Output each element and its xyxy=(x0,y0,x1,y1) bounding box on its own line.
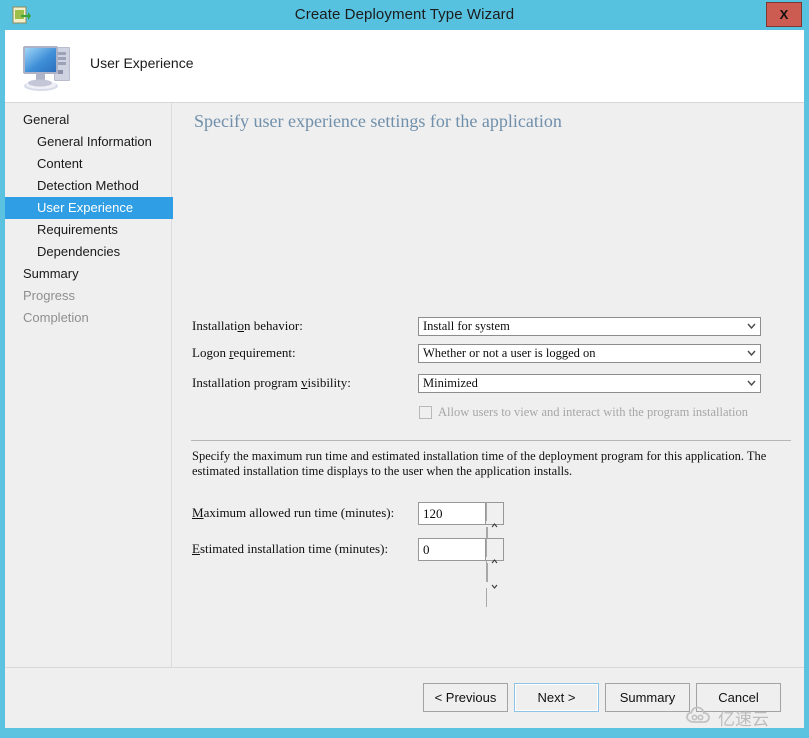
wizard-body: General General Information Content Dete… xyxy=(5,103,804,728)
logon-requirement-label: Logon requirement: xyxy=(192,345,296,360)
title-bar: Create Deployment Type Wizard X xyxy=(0,0,809,30)
allow-user-interaction-label: Allow users to view and interact with th… xyxy=(438,405,748,419)
spin-down-icon[interactable] xyxy=(486,563,503,607)
logon-requirement-select[interactable]: Whether or not a user is logged on xyxy=(418,344,761,363)
installation-visibility-value: Minimized xyxy=(423,376,478,390)
watermark-text: 亿速云 xyxy=(718,710,769,730)
section-divider xyxy=(191,440,791,441)
estimated-install-time-value: 0 xyxy=(423,542,430,557)
header-title: User Experience xyxy=(90,55,194,71)
chevron-down-icon xyxy=(742,375,760,392)
max-run-time-value: 120 xyxy=(423,506,443,521)
watermark: 亿速云 xyxy=(686,704,804,730)
estimated-install-time-stepper[interactable]: 0 xyxy=(418,538,504,607)
window-title: Create Deployment Type Wizard xyxy=(294,6,515,23)
cloud-icon xyxy=(686,706,714,731)
max-run-time-stepper[interactable]: 120 xyxy=(418,502,504,571)
installation-behavior-select[interactable]: Install for system xyxy=(418,317,761,336)
logon-requirement-value: Whether or not a user is logged on xyxy=(423,346,596,360)
max-run-time-label: Maximum allowed run time (minutes): xyxy=(192,505,395,520)
close-button[interactable]: X xyxy=(766,2,802,27)
wizard-window: Create Deployment Type Wizard X User Exp… xyxy=(0,0,809,738)
next-button[interactable]: Next > xyxy=(514,683,599,712)
wizard-header: User Experience xyxy=(5,30,804,103)
chevron-down-icon xyxy=(742,318,760,335)
chevron-down-icon xyxy=(742,345,760,362)
sidebar-item-completion: Completion xyxy=(23,310,89,325)
page-title: Specify user experience settings for the… xyxy=(194,111,562,131)
max-run-time-spin-buttons[interactable] xyxy=(485,502,503,571)
summary-button[interactable]: Summary xyxy=(605,683,690,712)
estimated-install-time-label: Estimated installation time (minutes): xyxy=(192,541,389,556)
wizard-sidebar: General General Information Content Dete… xyxy=(5,103,203,728)
section-description: Specify the maximum run time and estimat… xyxy=(192,449,767,478)
installation-visibility-label: Installation program visibility: xyxy=(192,375,351,390)
estimated-install-time-spin-buttons[interactable] xyxy=(485,538,503,607)
sidebar-item-progress: Progress xyxy=(23,288,76,303)
spin-up-icon[interactable] xyxy=(486,538,503,582)
wizard-content: Specify user experience settings for the… xyxy=(173,103,804,728)
computer-icon xyxy=(19,37,77,95)
installation-visibility-select[interactable]: Minimized xyxy=(418,374,761,393)
allow-user-interaction-checkbox xyxy=(419,406,432,419)
previous-button[interactable]: < Previous xyxy=(423,683,508,712)
installation-behavior-label: Installation behavior: xyxy=(192,318,303,333)
installation-behavior-value: Install for system xyxy=(423,319,510,333)
wizard-footer: < Previous Next > Summary Cancel xyxy=(5,667,804,728)
sidebar-item-general[interactable]: General xyxy=(5,109,189,131)
sidebar-item-summary[interactable]: Summary xyxy=(5,263,189,285)
